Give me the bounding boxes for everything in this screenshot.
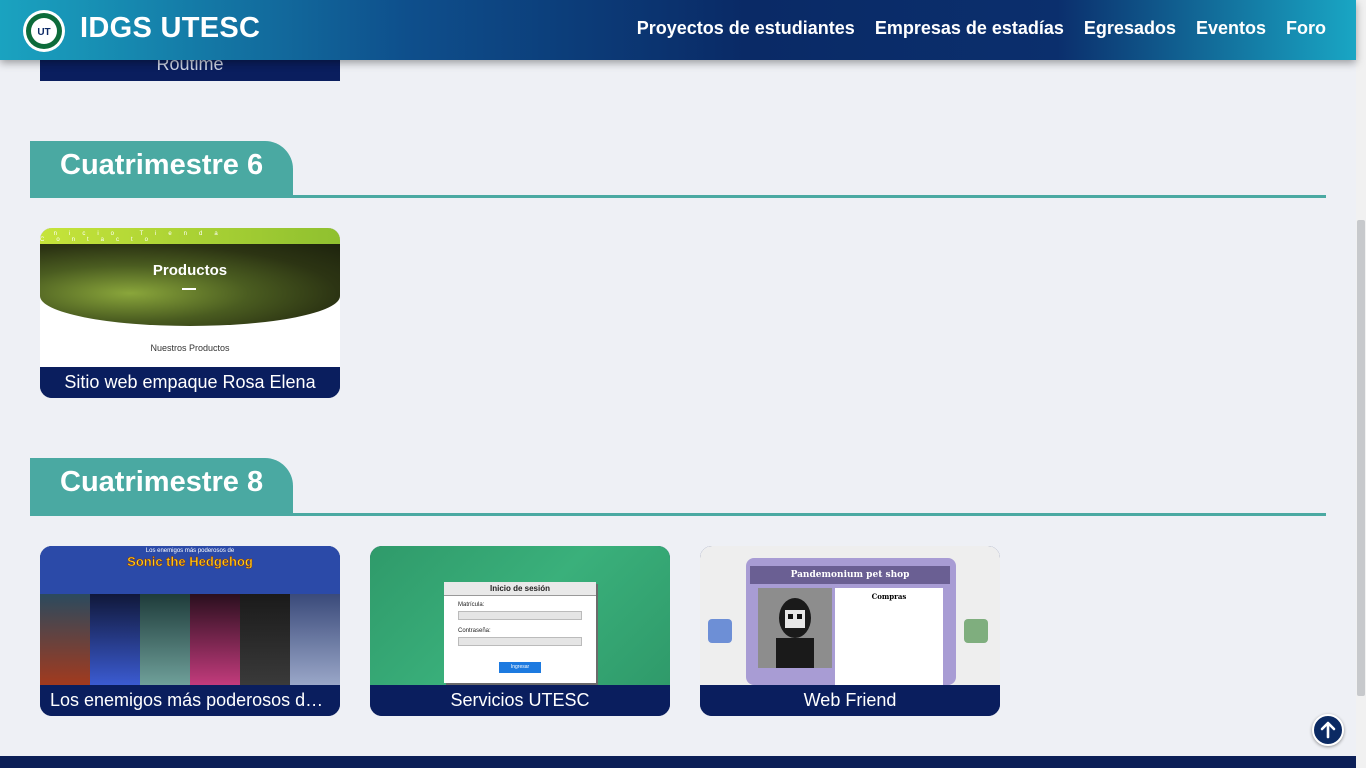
project-card-sonic-enemies[interactable]: Los enemigos más poderosos de Sonic the … [40,546,340,716]
card-caption: Servicios UTESC [370,685,670,716]
section-tab-cuatrimestre-8: Cuatrimestre 8 [30,458,293,515]
thumb-hero-title: Productos [152,262,228,279]
card-caption: Web Friend [700,685,1000,716]
nav-eventos[interactable]: Eventos [1196,18,1266,39]
thumb-login-button: Ingresar [499,662,541,673]
project-card-rosa-elena[interactable]: Inicio Tienda Contacto Productos Nuestro… [40,228,340,398]
svg-text:UT: UT [37,27,50,38]
section-tab-cuatrimestre-6: Cuatrimestre 6 [30,141,293,198]
thumb-character [140,594,190,685]
card-thumbnail: Inicio Tienda Contacto Productos Nuestro… [40,228,340,367]
top-navbar: UT IDGS UTESC Proyectos de estudiantes E… [0,0,1356,60]
scrollbar-thumb[interactable] [1357,220,1365,696]
section-divider [30,195,1326,198]
paw-icon [708,619,732,643]
thumb-pixel-character [758,588,832,668]
main-nav: Proyectos de estudiantes Empresas de est… [637,18,1326,39]
card-caption: Los enemigos más poderosos de ... [40,685,340,716]
project-card-web-friend[interactable]: Pandemonium pet shop Compras Web Friend [700,546,1000,716]
thumb-label: Matrícula: [458,602,485,608]
page-scrollbar[interactable] [1356,0,1366,768]
nav-foro[interactable]: Foro [1286,18,1326,39]
thumb-label: Contraseña: [458,628,491,634]
project-card-servicios-utesc[interactable]: Inicio de sesión Matrícula: Contraseña: … [370,546,670,716]
card-thumbnail: Inicio de sesión Matrícula: Contraseña: … [370,546,670,685]
thumb-purchase-list: Compras [835,588,943,685]
footer-bar [0,756,1366,768]
arrow-up-icon [1320,721,1336,739]
thumb-divider [182,288,196,290]
thumb-character [90,594,140,685]
thumb-character [40,594,90,685]
nav-empresas-estadias[interactable]: Empresas de estadías [875,18,1064,39]
thumb-subtitle: Nuestros Productos [150,343,230,353]
thumb-character [190,594,240,685]
thumb-game-title: Sonic the Hedgehog [127,554,253,570]
thumb-list-title: Compras [871,592,907,601]
thumb-shop-title: Pandemonium pet shop [750,566,950,584]
thumb-hero [40,244,340,326]
scroll-to-top-button[interactable] [1312,714,1344,746]
thumb-input [458,611,582,620]
section-title: Cuatrimestre 6 [60,149,264,181]
thumb-login-title: Inicio de sesión [444,582,596,596]
site-title[interactable]: IDGS UTESC [80,12,260,45]
thumb-character [290,594,340,685]
thumb-input [458,637,582,646]
section-title: Cuatrimestre 8 [60,466,264,498]
user-icon [964,619,988,643]
card-thumbnail: Pandemonium pet shop Compras [700,546,1000,685]
thumb-login-form: Inicio de sesión Matrícula: Contraseña: … [444,582,596,683]
card-thumbnail: Los enemigos más poderosos de Sonic the … [40,546,340,685]
thumb-character [240,594,290,685]
nav-egresados[interactable]: Egresados [1084,18,1176,39]
thumb-nav-links: Inicio Tienda Contacto [40,231,230,243]
section-divider [30,513,1326,516]
utesc-logo[interactable]: UT [22,9,66,53]
nav-proyectos-estudiantes[interactable]: Proyectos de estudiantes [637,18,855,39]
card-caption: Sitio web empaque Rosa Elena [40,367,340,398]
